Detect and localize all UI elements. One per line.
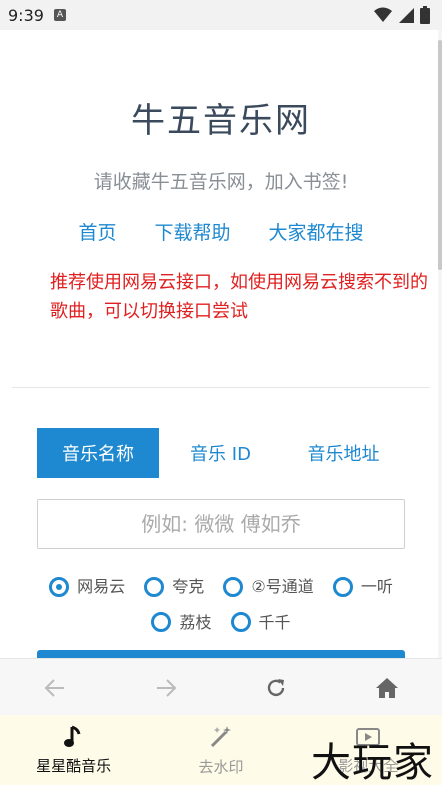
source-label: 一听 [360,577,393,596]
radio-icon [223,576,244,597]
bottom-tab-label: 星星酷音乐 [36,756,112,775]
status-bar: 9:39 A [0,0,442,30]
page-title: 牛五音乐网 [131,101,311,141]
home-icon [375,677,398,698]
nav-link-download-help[interactable]: 下载帮助 [154,218,230,245]
nav-links: 首页 下载帮助 大家都在搜 [0,218,442,245]
source-option[interactable]: 千千 [230,607,291,638]
refresh-button[interactable] [256,668,296,708]
source-option[interactable]: 夸克 [144,571,204,602]
home-button[interactable] [367,668,407,708]
bottom-tab-label: 去水印 [198,757,244,776]
source-option[interactable]: ②号通道 [223,571,314,602]
bottom-tab-watermark-remover[interactable]: 去水印 [147,715,294,785]
search-box [37,499,405,549]
search-submit-button[interactable] [37,650,405,658]
status-icons [374,6,430,24]
radio-icon [144,576,165,597]
tab-music-url[interactable]: 音乐地址 [282,428,405,478]
wifi-icon [374,7,392,22]
notification-badge: A [53,9,66,21]
radio-checked-icon [49,576,70,597]
nav-link-home[interactable]: 首页 [78,218,116,245]
source-options: 网易云 夸克 ②号通道 一听 荔枝 千千 [30,571,412,642]
source-label: 千千 [258,612,291,632]
bottom-tab-music[interactable]: 星星酷音乐 [0,715,147,785]
radio-icon [230,612,251,632]
nav-link-trending-search[interactable]: 大家都在搜 [269,218,364,245]
arrow-left-icon [44,678,65,697]
source-label: 夸克 [172,577,205,596]
notice-text: 推荐使用网易云接口，如使用网易云搜索不到的歌曲，可以切换接口尝试 [50,272,428,322]
battery-icon [420,6,430,24]
source-label: 网易云 [77,577,126,596]
page-subtitle: 请收藏牛五音乐网，加入书签! [93,171,349,193]
divider [12,387,430,388]
music-note-icon [63,725,81,747]
browser-nav-bar [0,658,442,716]
source-option[interactable]: 一听 [332,571,393,602]
status-time: 9:39 [8,5,44,25]
tab-music-id[interactable]: 音乐 ID [159,428,282,478]
refresh-icon [268,678,285,696]
radio-icon [151,612,172,632]
back-button[interactable] [35,668,75,708]
magic-wand-icon [210,725,231,747]
search-type-tabs: 音乐名称 音乐 ID 音乐地址 [37,428,405,478]
forward-button[interactable] [146,668,186,708]
arrow-right-icon [156,678,177,697]
radio-icon [332,576,353,597]
search-input[interactable] [38,511,404,537]
source-option[interactable]: 荔枝 [151,607,211,638]
signal-icon [399,8,414,23]
tab-music-name[interactable]: 音乐名称 [37,428,159,478]
source-label: 荔枝 [179,612,212,632]
source-label: ②号通道 [251,577,314,596]
watermark: 大玩家 [311,740,434,786]
source-option[interactable]: 网易云 [49,571,125,602]
